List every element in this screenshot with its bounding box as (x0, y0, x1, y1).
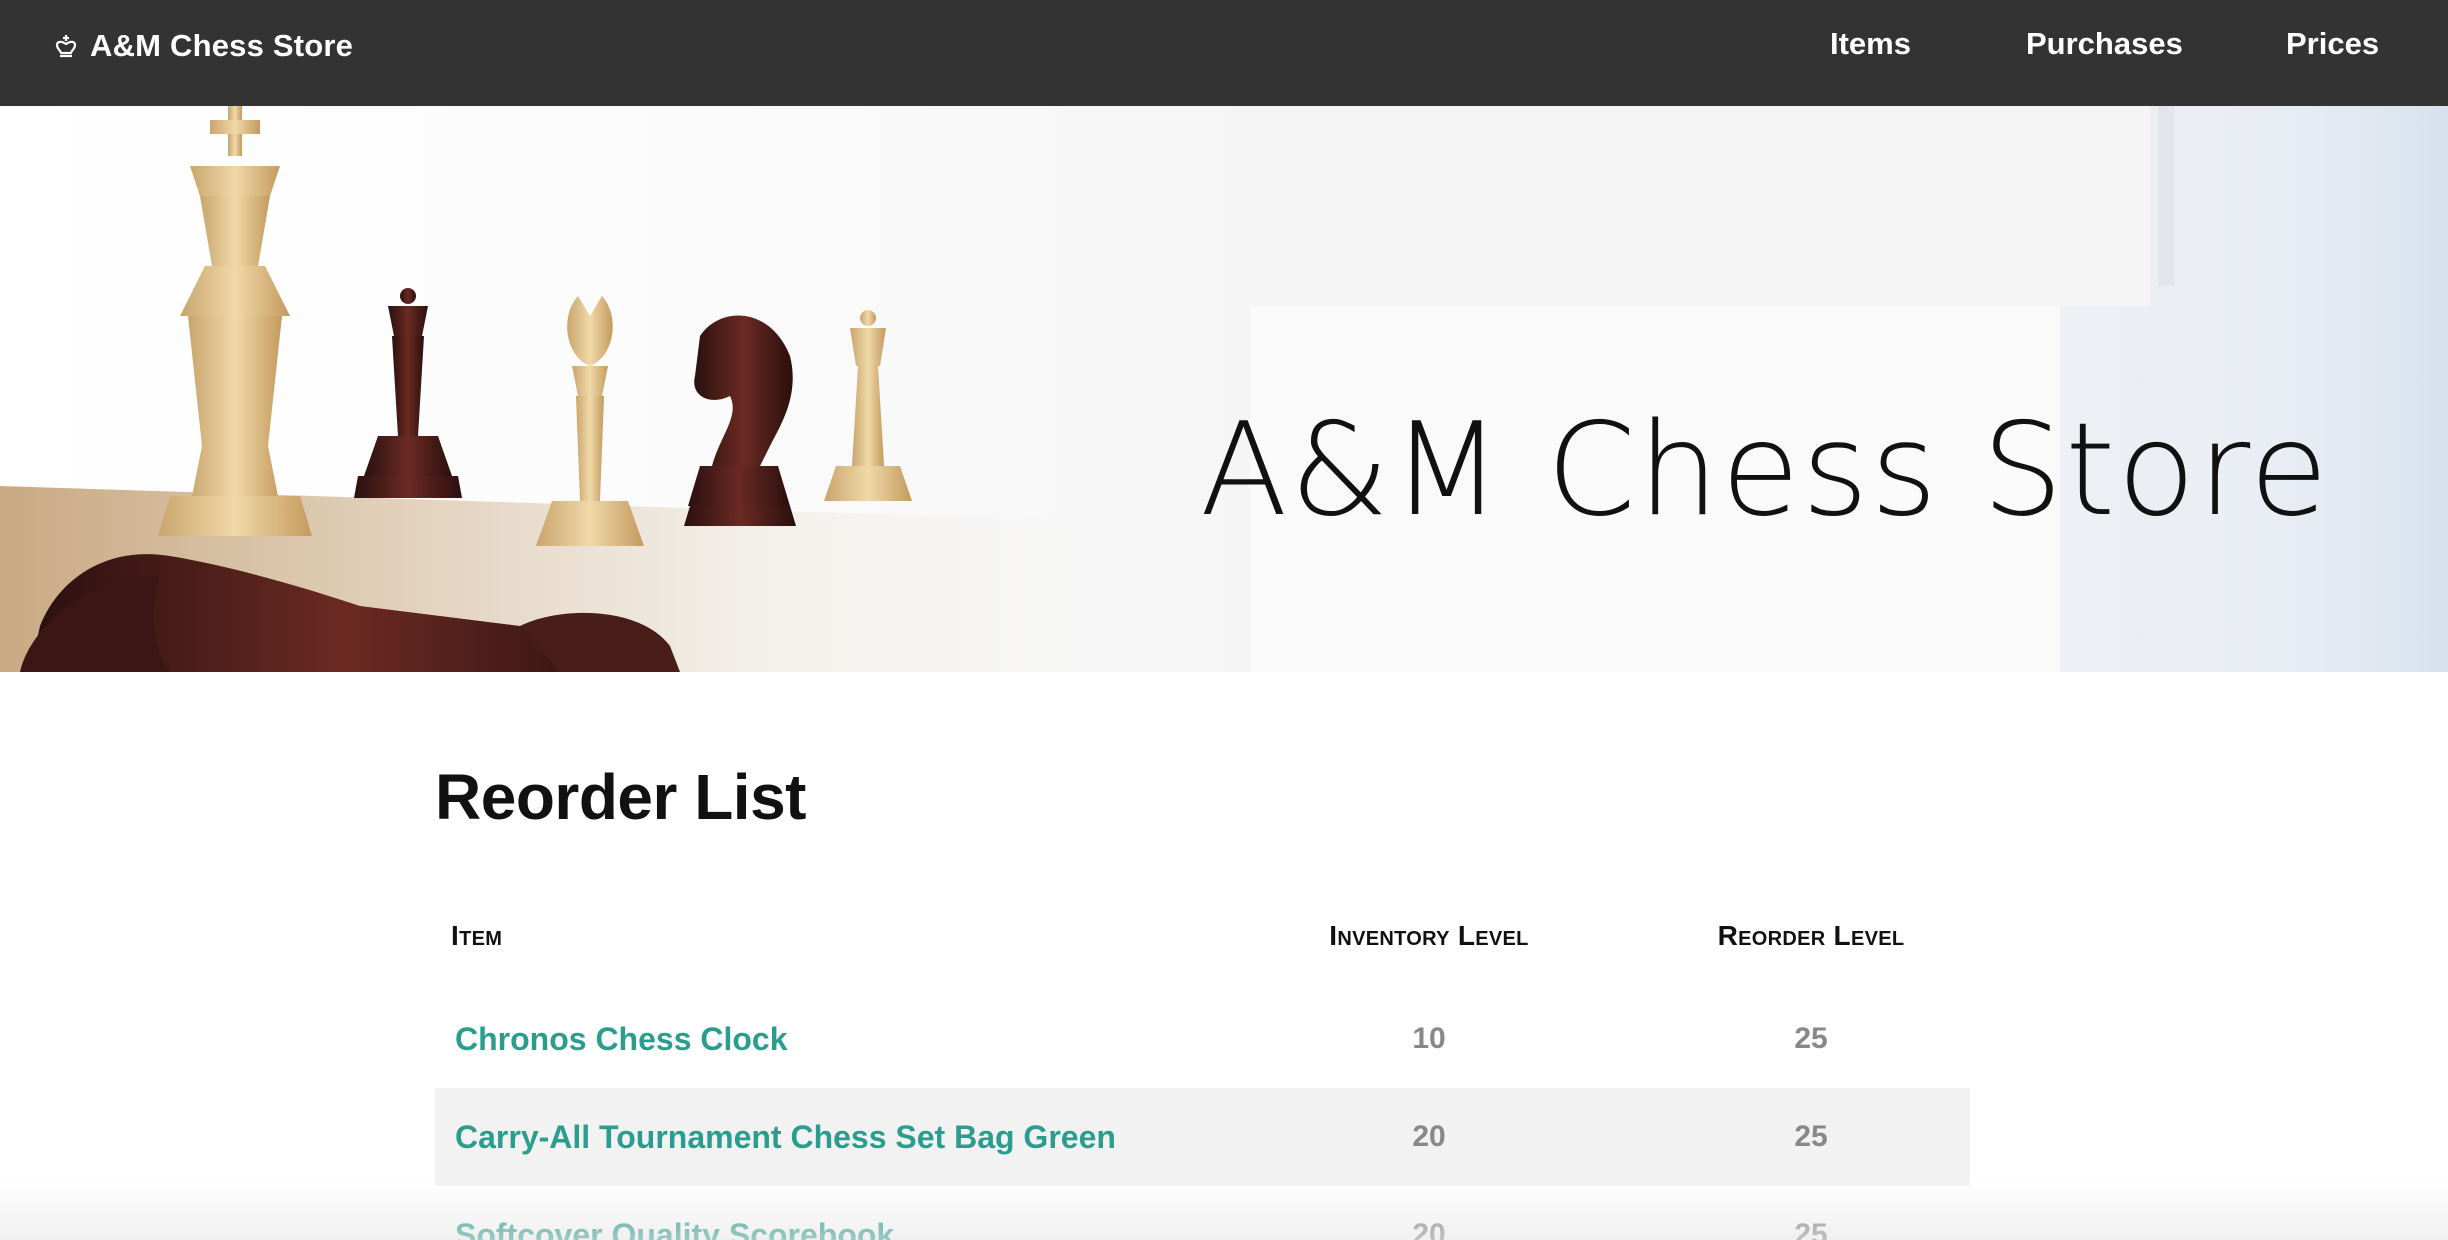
hero-title: A&M Chess Store (1200, 396, 2331, 545)
page-title: Reorder List (435, 761, 806, 833)
inventory-level-value: 20 (1412, 1218, 1446, 1240)
inventory-level-value: 20 (1412, 1120, 1446, 1153)
item-link[interactable]: Carry-All Tournament Chess Set Bag Green (455, 1088, 1116, 1186)
reorder-level-value: 25 (1794, 1218, 1828, 1240)
chess-king-icon (52, 32, 80, 60)
inventory-level-value: 10 (1412, 1022, 1446, 1055)
brand-link[interactable]: A&M Chess Store (52, 0, 353, 92)
main-content: Reorder List Item Inventory Level Reorde… (435, 760, 1970, 1240)
nav-items-link[interactable]: Items (1830, 26, 1911, 62)
item-link[interactable]: Chronos Chess Clock (455, 990, 788, 1088)
nav-purchases-link[interactable]: Purchases (2026, 26, 2183, 62)
hero-banner: A&M Chess Store (0, 106, 2448, 672)
reorder-table: Item Inventory Level Reorder Level Chron… (435, 920, 1970, 1240)
nav-prices-link[interactable]: Prices (2286, 26, 2379, 62)
reorder-level-value: 25 (1794, 1120, 1828, 1153)
top-navigation-bar: A&M Chess Store Items Purchases Prices (0, 0, 2448, 106)
table-row: Softcover Quality Scorebook 20 25 (435, 1186, 1970, 1240)
chess-pieces-photo (0, 106, 2448, 672)
table-row: Carry-All Tournament Chess Set Bag Green… (435, 1088, 1970, 1186)
column-header-item: Item (451, 920, 503, 951)
table-row: Chronos Chess Clock 10 25 (435, 990, 1970, 1088)
item-link[interactable]: Softcover Quality Scorebook (455, 1186, 894, 1240)
brand-label: A&M Chess Store (90, 28, 354, 63)
column-header-reorder-level: Reorder Level (1717, 920, 1905, 951)
column-header-inventory-level: Inventory Level (1329, 920, 1529, 951)
table-header: Item Inventory Level Reorder Level (435, 920, 1970, 990)
reorder-level-value: 25 (1794, 1022, 1828, 1055)
